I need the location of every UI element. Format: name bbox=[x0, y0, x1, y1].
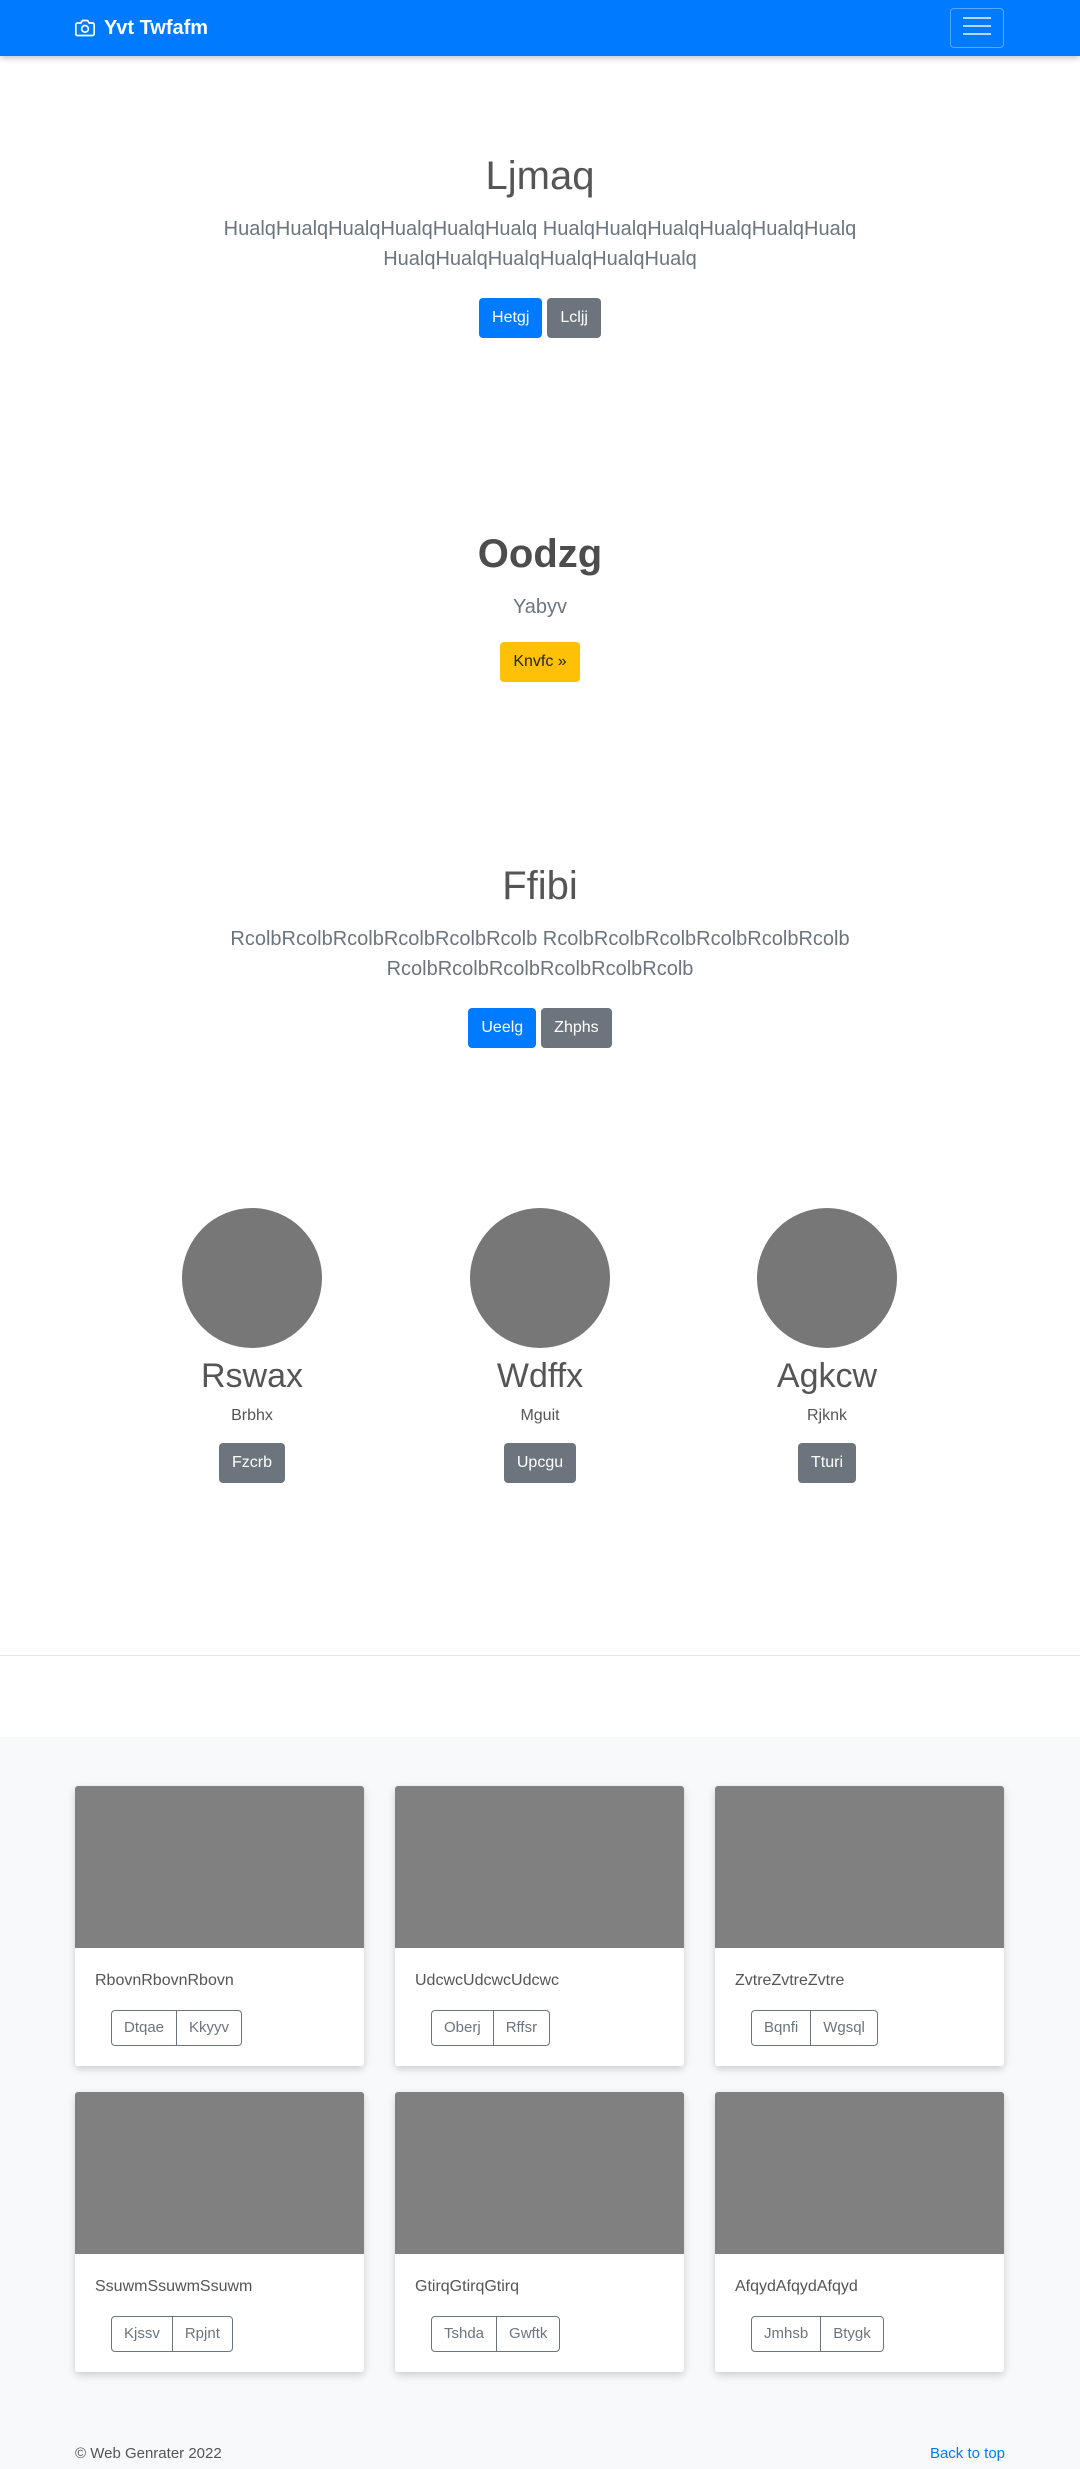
album-card: GtirqGtirqGtirq Tshda Gwftk bbox=[395, 2092, 684, 2372]
hero-lead: HualqHualqHualqHualqHualqHualq HualqHual… bbox=[223, 218, 857, 270]
navbar-toggler-button[interactable] bbox=[950, 8, 1004, 48]
feature-heading: Wdffx bbox=[496, 1357, 584, 1395]
card-thumbnail bbox=[715, 2092, 1004, 2254]
card-thumbnail bbox=[75, 1786, 364, 1948]
hero-title: Oodzg bbox=[477, 532, 603, 576]
hero-title: Ljmaq bbox=[485, 154, 595, 198]
card-button-group: Bqnfi Wgsql bbox=[751, 2010, 878, 2046]
hero-warning-button[interactable]: Knvfc » bbox=[500, 642, 580, 682]
hero-section-3: Ffibi RcolbRcolbRcolbRcolbRcolbRcolb Rco… bbox=[0, 862, 1080, 1048]
avatar-placeholder bbox=[470, 1208, 610, 1348]
card-thumbnail bbox=[395, 1786, 684, 1948]
feature-heading: Rswax bbox=[200, 1357, 304, 1395]
hero-buttons: Knvfc » bbox=[0, 642, 1080, 682]
card-edit-button[interactable]: Btygk bbox=[821, 2316, 884, 2352]
hero-lead: RcolbRcolbRcolbRcolbRcolbRcolb RcolbRcol… bbox=[230, 928, 850, 980]
footer: © Web Genrater 2022 Back to top bbox=[0, 2445, 1080, 2469]
card-edit-button[interactable]: Wgsql bbox=[811, 2010, 878, 2046]
feature-button[interactable]: Fzcrb bbox=[219, 1442, 285, 1483]
card-text: SsuwmSsuwmSsuwm bbox=[95, 2278, 253, 2295]
hamburger-menu-icon bbox=[962, 15, 992, 42]
brand-label: Yvt Twfafm bbox=[104, 16, 209, 39]
feature-button[interactable]: Upcgu bbox=[503, 1442, 577, 1483]
feature-column-2: Wdffx Mguit Upcgu bbox=[390, 1208, 690, 1483]
card-text: ZvtreZvtreZvtre bbox=[735, 1972, 845, 1989]
card-text: RbovnRbovnRbovn bbox=[95, 1972, 234, 1989]
avatar-placeholder bbox=[182, 1208, 322, 1348]
card-view-button[interactable]: Oberj bbox=[431, 2010, 494, 2046]
card-text: UdcwcUdcwcUdcwc bbox=[415, 1972, 560, 1989]
card-edit-button[interactable]: Kkyyv bbox=[177, 2010, 243, 2046]
navbar: Yvt Twfafm bbox=[0, 0, 1080, 56]
album-card: RbovnRbovnRbovn Dtqae Kkyyv bbox=[75, 1786, 364, 2066]
hero-subtitle: Yabyv bbox=[512, 596, 568, 618]
copyright-text: © Web Genrater 2022 bbox=[75, 2445, 222, 2462]
card-thumbnail bbox=[715, 1786, 1004, 1948]
album-section: RbovnRbovnRbovn Dtqae Kkyyv UdcwcUdcwcUd… bbox=[0, 1737, 1080, 2469]
card-button-group: Oberj Rffsr bbox=[431, 2010, 551, 2046]
feature-column-3: Agkcw Rjknk Tturi bbox=[677, 1208, 977, 1483]
feature-column-1: Rswax Brbhx Fzcrb bbox=[102, 1208, 402, 1483]
card-thumbnail bbox=[75, 2092, 364, 2254]
card-view-button[interactable]: Dtqae bbox=[111, 2010, 178, 2046]
card-edit-button[interactable]: Rffsr bbox=[493, 2010, 551, 2046]
card-button-group: Tshda Gwftk bbox=[431, 2316, 561, 2352]
card-view-button[interactable]: Tshda bbox=[431, 2316, 498, 2352]
album-card: SsuwmSsuwmSsuwm Kjssv Rpjnt bbox=[75, 2092, 364, 2372]
hero-primary-button[interactable]: Hetgj bbox=[479, 298, 543, 338]
album-card: AfqydAfqydAfqyd Jmhsb Btygk bbox=[715, 2092, 1004, 2372]
hero-title: Ffibi bbox=[502, 864, 578, 908]
card-text: GtirqGtirqGtirq bbox=[415, 2278, 520, 2295]
card-button-group: Dtqae Kkyyv bbox=[111, 2010, 243, 2046]
card-button-group: Jmhsb Btygk bbox=[751, 2316, 884, 2352]
hero-secondary-button[interactable]: Lcljj bbox=[547, 298, 601, 338]
card-edit-button[interactable]: Gwftk bbox=[497, 2316, 561, 2352]
feature-button[interactable]: Tturi bbox=[798, 1442, 856, 1483]
navbar-brand[interactable]: Yvt Twfafm bbox=[75, 0, 208, 56]
camera-icon bbox=[75, 18, 95, 38]
hero-section-2: Oodzg Yabyv Knvfc » bbox=[0, 530, 1080, 682]
hero-primary-button[interactable]: Ueelg bbox=[468, 1008, 537, 1048]
feature-text: Brbhx bbox=[231, 1406, 273, 1424]
card-button-group: Kjssv Rpjnt bbox=[111, 2316, 233, 2352]
avatar-placeholder bbox=[757, 1208, 897, 1348]
feature-heading: Agkcw bbox=[776, 1357, 878, 1395]
hero-buttons: Ueelg Zhphs bbox=[0, 1008, 1080, 1048]
card-thumbnail bbox=[395, 2092, 684, 2254]
section-divider bbox=[0, 1655, 1080, 1656]
card-text: AfqydAfqydAfqyd bbox=[735, 2278, 858, 2295]
card-view-button[interactable]: Jmhsb bbox=[751, 2316, 822, 2352]
album-card: ZvtreZvtreZvtre Bqnfi Wgsql bbox=[715, 1786, 1004, 2066]
feature-text: Mguit bbox=[520, 1406, 560, 1424]
hero-section-1: Ljmaq HualqHualqHualqHualqHualqHualq Hua… bbox=[0, 152, 1080, 338]
card-edit-button[interactable]: Rpjnt bbox=[172, 2316, 233, 2352]
album-card: UdcwcUdcwcUdcwc Oberj Rffsr bbox=[395, 1786, 684, 2066]
back-to-top-link[interactable]: Back to top bbox=[930, 2445, 1005, 2462]
feature-text: Rjknk bbox=[806, 1406, 847, 1424]
hero-secondary-button[interactable]: Zhphs bbox=[541, 1008, 612, 1048]
card-view-button[interactable]: Bqnfi bbox=[751, 2010, 812, 2046]
card-view-button[interactable]: Kjssv bbox=[111, 2316, 173, 2352]
hero-buttons: Hetgj Lcljj bbox=[0, 298, 1080, 338]
